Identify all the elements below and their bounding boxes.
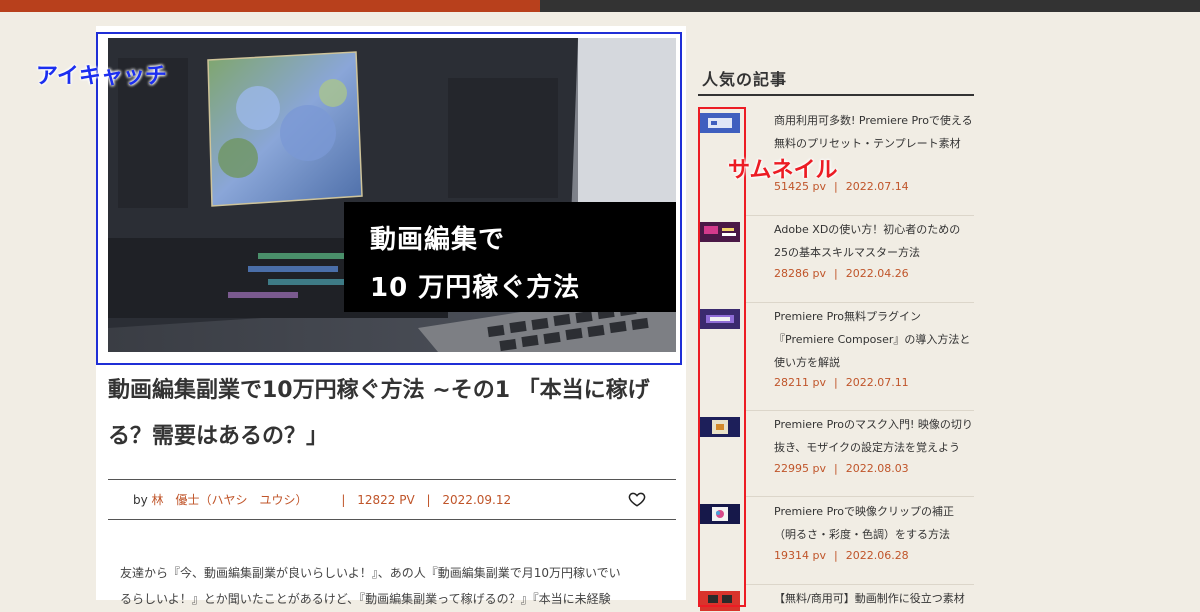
item-divider <box>746 302 974 303</box>
post-pv: 22995 pv <box>774 462 826 475</box>
by-label: by <box>133 493 148 507</box>
post-date: 2022.07.11 <box>845 376 909 389</box>
post-title-link[interactable]: Premiere Proのマスク入門! 映像の切り抜き、モザイクの設定方法を覚え… <box>774 413 974 459</box>
eyecatch-annotation: アイキャッチ <box>36 64 167 89</box>
view-count: 12822 PV <box>357 493 415 507</box>
post-pv: 19314 pv <box>774 549 826 562</box>
post-title-link[interactable]: Premiere Pro無料プラグイン『Premiere Composer』の導… <box>774 305 974 374</box>
post-date: 2022.07.14 <box>845 180 909 193</box>
post-date: 2022.08.03 <box>845 462 909 475</box>
post-pv: 28286 pv <box>774 267 826 280</box>
item-divider <box>746 410 974 411</box>
article-title: 動画編集副業で10万円稼ぐ方法 ~その1 「本当に稼げる？需要はあるの？」 <box>108 378 650 449</box>
article-body: 友達から『今、動画編集副業が良いらしいよ！』、あの人『動画編集副業で月10万円稼… <box>120 560 670 612</box>
post-date: 2022.06.28 <box>845 549 909 562</box>
heading-underline <box>698 94 974 96</box>
post-title-link[interactable]: Premiere Proで映像クリップの補正（明るさ・彩度・色調）をする方法 <box>774 500 974 546</box>
post-stats: 28211 pv | 2022.07.11 <box>774 376 909 389</box>
meta-divider-top <box>108 479 676 480</box>
body-line: るらしいよ！』とか聞いたことがあるけど、『動画編集副業って稼げるの？』『本当に未… <box>120 592 611 606</box>
meta-separator: | <box>426 493 431 507</box>
post-title-link[interactable]: Adobe XDの使い方！初心者のための25の基本スキルマスター方法 <box>774 218 974 264</box>
item-divider <box>746 215 974 216</box>
post-title-link[interactable]: 【無料/商用可】動画制作に役立つ素材 <box>774 587 974 610</box>
author-link[interactable]: 林 優士（ハヤシ ユウシ） <box>152 493 308 507</box>
body-line: 友達から『今、動画編集副業が良いらしいよ！』、あの人『動画編集副業で月10万円稼… <box>120 566 621 580</box>
post-pv: 28211 pv <box>774 376 826 389</box>
post-stats: 28286 pv | 2022.04.26 <box>774 267 909 280</box>
item-divider <box>746 496 974 497</box>
heart-icon[interactable] <box>628 490 646 508</box>
article-meta: by 林 優士（ハヤシ ユウシ） | 12822 PV | 2022.09.12 <box>133 491 511 508</box>
top-dark-bar <box>540 0 1200 12</box>
eyecatch-highlight-frame <box>96 32 682 365</box>
post-stats: 22995 pv | 2022.08.03 <box>774 462 909 475</box>
meta-separator: | <box>341 493 346 507</box>
post-stats: 19314 pv | 2022.06.28 <box>774 549 909 562</box>
post-date: 2022.04.26 <box>845 267 909 280</box>
publish-date: 2022.09.12 <box>442 493 512 507</box>
thumbnail-annotation: サムネイル <box>728 158 838 183</box>
meta-divider-bottom <box>108 519 676 520</box>
popular-posts-heading: 人気の記事 <box>702 70 788 89</box>
top-accent-bar <box>0 0 540 12</box>
post-title-link[interactable]: 商用利用可多数! Premiere Proで使える無料のプリセット・テンプレート… <box>774 109 974 155</box>
item-divider <box>746 584 974 585</box>
